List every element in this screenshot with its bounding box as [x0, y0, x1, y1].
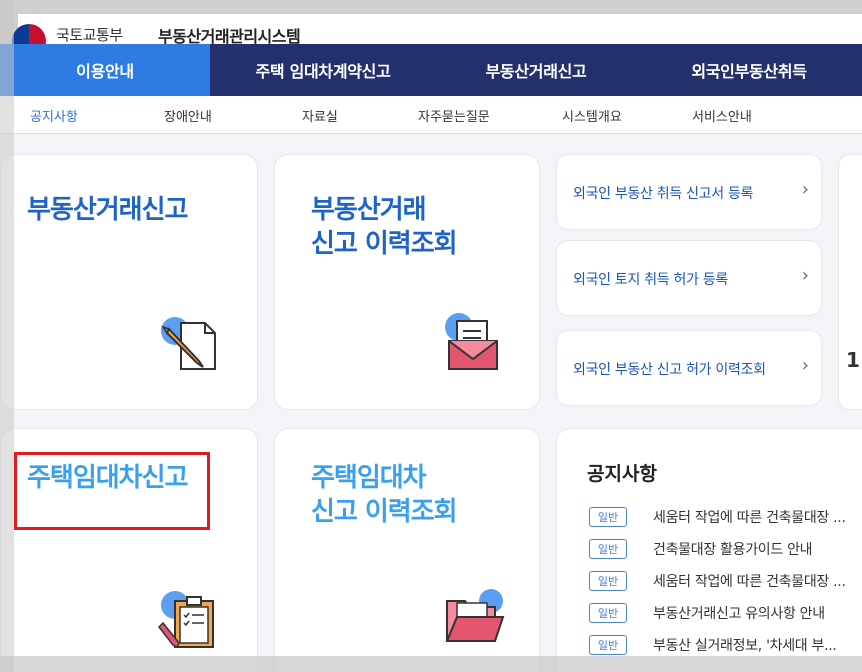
chevron-right-icon: ›	[801, 179, 809, 200]
chevron-right-icon: ›	[801, 265, 809, 286]
side-panel-number: 1	[846, 348, 860, 372]
sub-nav-faq[interactable]: 자주묻는질문	[418, 106, 490, 125]
quick-link-foreign-acquisition-register[interactable]: 외국인 부동산 취득 신고서 등록 ›	[556, 154, 822, 230]
bottom-dim-overlay	[0, 656, 862, 672]
quick-link-foreign-permit-history[interactable]: 외국인 부동산 신고 허가 이력조회 ›	[556, 330, 822, 406]
notice-text: 부동산 실거래정보, '차세대 부...	[653, 638, 837, 654]
sub-nav-outage[interactable]: 장애안내	[164, 106, 212, 125]
main-nav-label: 외국인부동산취득	[691, 62, 807, 81]
main-nav-label: 부동산거래신고	[485, 62, 587, 81]
sub-nav-library[interactable]: 자료실	[302, 106, 338, 125]
notice-item[interactable]: 일반 부동산거래신고 유의사항 안내	[589, 603, 825, 623]
notice-item[interactable]: 일반 세움터 작업에 따른 건축물대장 ...	[589, 571, 846, 591]
main-nav-foreigner-acquisition[interactable]: 외국인부동산취득	[636, 44, 862, 96]
main-nav-label: 주택 임대차계약신고	[255, 62, 391, 81]
notice-badge: 일반	[589, 603, 627, 623]
mail-document-icon	[445, 313, 498, 370]
main-nav: 이용안내 주택 임대차계약신고 부동산거래신고 외국인부동산취득	[0, 44, 862, 96]
notice-badge: 일반	[589, 571, 627, 591]
header-inner: 국토교통부 부동산거래관리시스템	[12, 14, 862, 58]
sub-nav-system-overview[interactable]: 시스템개요	[562, 106, 622, 125]
left-dim-overlay	[0, 0, 14, 672]
notice-title[interactable]: 공지사항	[587, 459, 657, 486]
card-real-estate-history[interactable]: 부동산거래 신고 이력조회	[274, 154, 540, 410]
notice-text: 건축물대장 활용가이드 안내	[653, 542, 813, 558]
main-nav-label: 이용안내	[76, 62, 134, 81]
notice-badge: 일반	[589, 539, 627, 559]
sub-nav: 공지사항 장애안내 자료실 자주묻는질문 시스템개요 서비스안내	[0, 96, 862, 134]
notice-item[interactable]: 일반 세움터 작업에 따른 건축물대장 ...	[589, 507, 846, 527]
highlight-box	[14, 452, 210, 530]
main-nav-guide[interactable]: 이용안내	[0, 44, 210, 96]
quick-link-label: 외국인 토지 취득 허가 등록	[573, 272, 728, 288]
folder-open-icon	[445, 589, 505, 642]
notice-badge: 일반	[589, 635, 627, 655]
card-title: 부동산거래 신고 이력조회	[311, 195, 458, 259]
sub-nav-service-guide[interactable]: 서비스안내	[692, 106, 752, 125]
main-nav-housing-lease[interactable]: 주택 임대차계약신고	[210, 44, 436, 96]
chevron-right-icon: ›	[801, 355, 809, 376]
notice-badge: 일반	[589, 507, 627, 527]
header-bar: 국토교통부 부동산거래관리시스템	[0, 0, 862, 58]
main-content: 부동산거래신고 부동산거래 신고 이력조회 외국인 부동산 취득 신고서 등록 …	[0, 134, 862, 672]
notice-item[interactable]: 일반 건축물대장 활용가이드 안내	[589, 539, 813, 559]
notice-panel: 공지사항 일반 세움터 작업에 따른 건축물대장 ... 일반 건축물대장 활용…	[556, 428, 862, 672]
card-real-estate-report[interactable]: 부동산거래신고	[0, 154, 258, 410]
clipboard-checklist-icon	[158, 591, 214, 649]
quick-link-label: 외국인 부동산 취득 신고서 등록	[573, 186, 754, 202]
ministry-name[interactable]: 국토교통부	[56, 24, 123, 45]
document-pencil-icon	[161, 317, 216, 370]
sub-nav-notice[interactable]: 공지사항	[30, 106, 78, 125]
card-title: 주택임대차 신고 이력조회	[311, 463, 458, 527]
card-title: 부동산거래신고	[27, 195, 188, 225]
notice-item[interactable]: 일반 부동산 실거래정보, '차세대 부...	[589, 635, 837, 655]
card-housing-lease-history[interactable]: 주택임대차 신고 이력조회	[274, 428, 540, 672]
notice-text: 세움터 작업에 따른 건축물대장 ...	[653, 574, 846, 590]
main-nav-real-estate-report[interactable]: 부동산거래신고	[436, 44, 636, 96]
notice-text: 부동산거래신고 유의사항 안내	[653, 606, 825, 622]
quick-link-foreign-land-permit[interactable]: 외국인 토지 취득 허가 등록 ›	[556, 240, 822, 316]
quick-link-label: 외국인 부동산 신고 허가 이력조회	[573, 362, 766, 378]
notice-text: 세움터 작업에 따른 건축물대장 ...	[653, 510, 846, 526]
